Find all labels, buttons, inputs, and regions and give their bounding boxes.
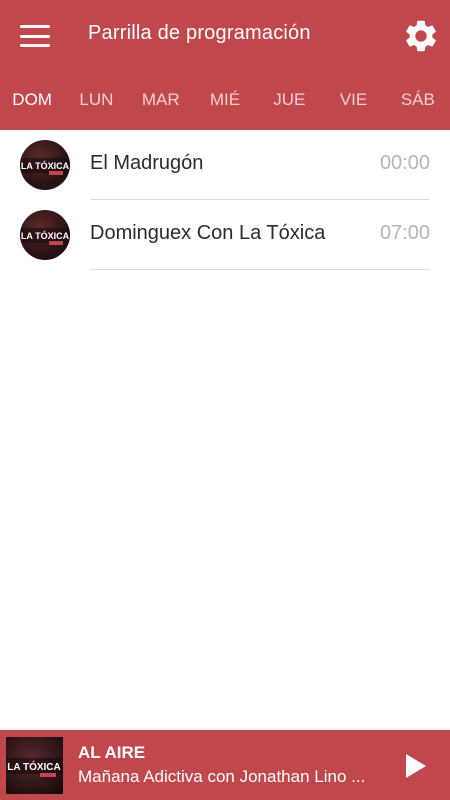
tab-jue[interactable]: JUE [257, 80, 321, 128]
tab-dom[interactable]: DOM [0, 80, 64, 128]
menu-line [20, 34, 50, 38]
on-air-label: AL AIRE [78, 743, 146, 762]
program-time: 07:00 [379, 222, 430, 244]
station-logo: LA TÓXICA [6, 737, 63, 794]
menu-line [20, 25, 50, 28]
tab-mar[interactable]: MAR [129, 80, 193, 128]
menu-line [20, 44, 50, 47]
play-icon[interactable] [398, 749, 432, 783]
tab-lun[interactable]: LUN [64, 80, 128, 128]
svg-text:LA TÓXICA: LA TÓXICA [7, 760, 61, 773]
list-item[interactable]: LA TÓXICA El Madrugón 00:00 [0, 130, 450, 200]
schedule-list: LA TÓXICA El Madrugón 00:00 LA TÓXICA Do… [0, 130, 450, 270]
svg-text:LA TÓXICA: LA TÓXICA [21, 160, 70, 171]
now-playing-title: Mañana Adictiva con Jonathan Lino ... [78, 767, 366, 786]
program-title: Dominguex Con La Tóxica [90, 222, 326, 244]
tab-sab[interactable]: SÁB [386, 80, 450, 128]
station-logo: LA TÓXICA [20, 140, 70, 190]
program-time: 00:00 [379, 152, 430, 174]
now-playing-bar[interactable]: LA TÓXICA AL AIRE Mañana Adictiva con Jo… [0, 730, 450, 800]
list-item[interactable]: LA TÓXICA Dominguex Con La Tóxica 07:00 [0, 200, 450, 270]
tab-vie[interactable]: VIE [321, 80, 385, 128]
hamburger-menu-icon[interactable] [14, 22, 56, 50]
page-title: Parrilla de programación [88, 22, 311, 44]
app-bar: Parrilla de programación DOM LUN MAR MIÉ… [0, 0, 450, 130]
gear-icon[interactable] [402, 17, 440, 55]
station-logo: LA TÓXICA [20, 210, 70, 260]
divider [90, 269, 430, 270]
tab-mie[interactable]: MIÉ [193, 80, 257, 128]
day-tabs: DOM LUN MAR MIÉ JUE VIE SÁB [0, 80, 450, 128]
svg-text:LA TÓXICA: LA TÓXICA [21, 230, 70, 241]
program-title: El Madrugón [90, 152, 204, 174]
